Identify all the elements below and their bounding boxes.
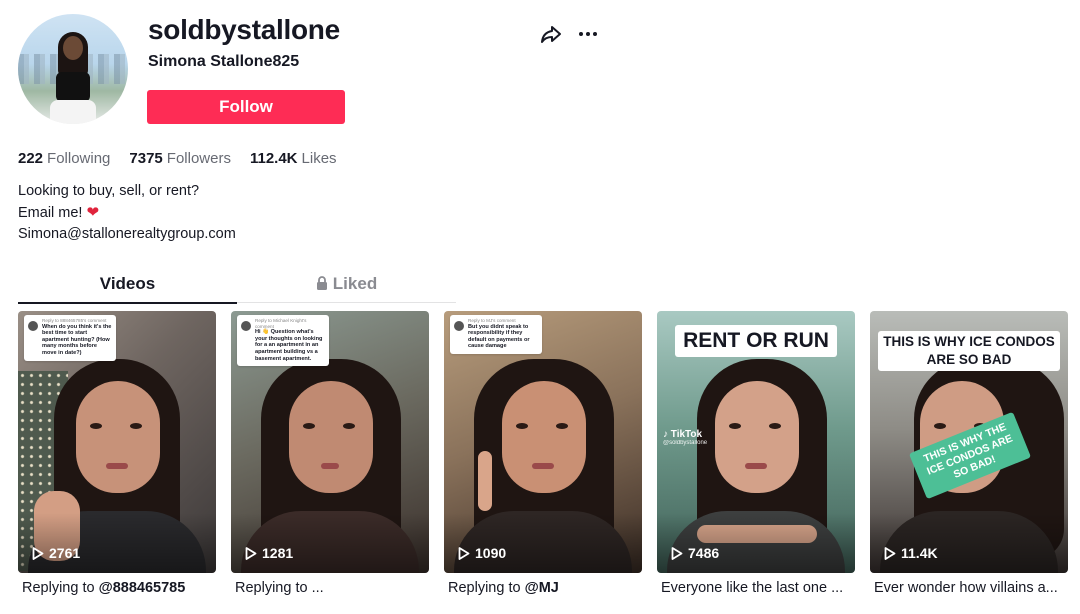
video-caption[interactable]: Everyone like the last one ... (657, 580, 855, 596)
view-count: 1281 (245, 545, 293, 561)
share-icon[interactable] (539, 22, 563, 46)
bio: Looking to buy, sell, or rent? Email me!… (18, 181, 236, 245)
likes-label: Likes (301, 150, 337, 167)
reply-comment-box: Reply to Michael Knight's comment Hi 👋 Q… (237, 315, 329, 367)
video-card[interactable]: RENT OR RUN ♪ TikTok @soldbystallone 748… (657, 311, 855, 573)
video-card[interactable]: THIS IS WHY ICE CONDOS ARE SO BAD THIS I… (870, 311, 1068, 573)
video-card[interactable]: Reply to MJ's comment But you didnt spea… (444, 311, 642, 573)
profile-tabs: Videos Liked (18, 268, 456, 304)
play-icon (32, 546, 44, 560)
video-caption[interactable]: Replying to ... (231, 580, 429, 596)
likes-stat: 112.4K Likes (250, 150, 337, 167)
video-caption[interactable]: Replying to @MJ (444, 580, 642, 596)
view-count: 11.4K (884, 545, 938, 561)
video-caption[interactable]: Ever wonder how villains a... (870, 580, 1068, 596)
nickname: Simona Stallone825 (148, 53, 300, 70)
play-icon (884, 546, 896, 560)
username: soldbystallone (148, 14, 340, 45)
play-icon (671, 546, 683, 560)
tab-liked[interactable]: Liked (237, 268, 456, 302)
bio-email-address: Simona@stallonerealtygroup.com (18, 226, 236, 242)
followers-stat[interactable]: 7375 Followers (129, 150, 231, 167)
tab-videos-label: Videos (99, 274, 156, 293)
view-count: 2761 (32, 545, 80, 561)
tab-videos[interactable]: Videos (18, 268, 237, 302)
reply-comment-box: Reply to MJ's comment But you didnt spea… (450, 315, 542, 354)
play-icon (458, 546, 470, 560)
bio-line-email: Email me! ❤ (18, 202, 236, 224)
profile-stats: 222 Following 7375 Followers 112.4K Likes (18, 150, 356, 167)
followers-label: Followers (166, 150, 231, 167)
video-card[interactable]: Reply to Michael Knight's comment Hi 👋 Q… (231, 311, 429, 573)
more-options-icon[interactable] (576, 22, 600, 46)
tiktok-logo-icon: ♪ (663, 429, 668, 440)
bio-line: Looking to buy, sell, or rent? (18, 183, 200, 199)
video-overlay-title: THIS IS WHY ICE CONDOS ARE SO BAD (878, 331, 1060, 371)
video-caption[interactable]: Replying to @888465785 (18, 580, 216, 596)
followers-count: 7375 (129, 150, 163, 167)
tiktok-watermark: ♪ TikTok @soldbystallone (663, 429, 708, 446)
reply-comment-box: Reply to 888465785's comment When do you… (24, 315, 116, 361)
avatar[interactable] (18, 14, 128, 124)
bio-line: Email me! (18, 205, 83, 221)
view-count: 1090 (458, 545, 506, 561)
video-card[interactable]: Reply to 888465785's comment When do you… (18, 311, 216, 573)
play-icon (245, 546, 257, 560)
following-label: Following (47, 150, 111, 167)
following-count: 222 (18, 150, 44, 167)
following-stat[interactable]: 222 Following (18, 150, 110, 167)
tab-liked-label: Liked (332, 274, 378, 293)
active-tab-indicator (18, 302, 237, 304)
heart-icon: ❤ (86, 204, 100, 221)
view-count: 7486 (671, 545, 719, 561)
likes-count: 112.4K (249, 150, 298, 167)
follow-button[interactable]: Follow (147, 90, 345, 124)
lock-icon (316, 276, 327, 290)
video-overlay-title: RENT OR RUN (675, 325, 837, 357)
